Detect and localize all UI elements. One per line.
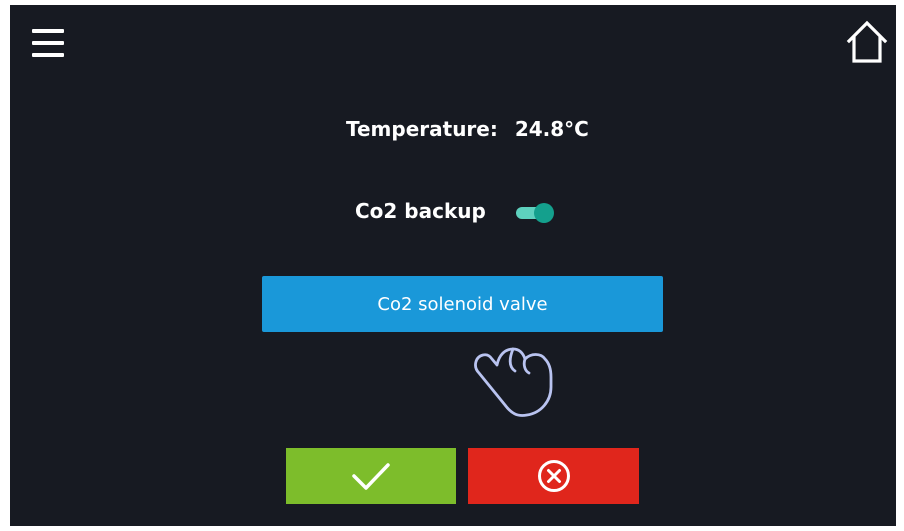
home-icon [846,20,888,63]
hamburger-menu-icon [32,29,64,33]
toggle-knob [534,203,554,223]
temperature-row: Temperature: 24.8°C [346,117,589,141]
co2-backup-label: Co2 backup [355,199,486,223]
close-circle-icon [537,460,570,492]
home-button[interactable] [846,19,888,65]
hamburger-menu-icon [32,41,64,45]
co2-backup-toggle[interactable] [516,203,556,225]
menu-button[interactable] [32,27,68,67]
cancel-button[interactable] [468,448,639,504]
temperature-value: 24.8°C [514,117,589,141]
valve-button-label: Co2 solenoid valve [377,293,548,315]
checkmark-icon [352,463,390,490]
tap-hand-icon [474,347,553,417]
hamburger-menu-icon [32,53,64,57]
co2-solenoid-valve-button[interactable]: Co2 solenoid valve [262,276,663,332]
confirm-button[interactable] [286,448,456,504]
temperature-label: Temperature: [346,117,498,141]
device-screen: Temperature: 24.8°C Co2 backup Co2 solen… [10,5,896,526]
